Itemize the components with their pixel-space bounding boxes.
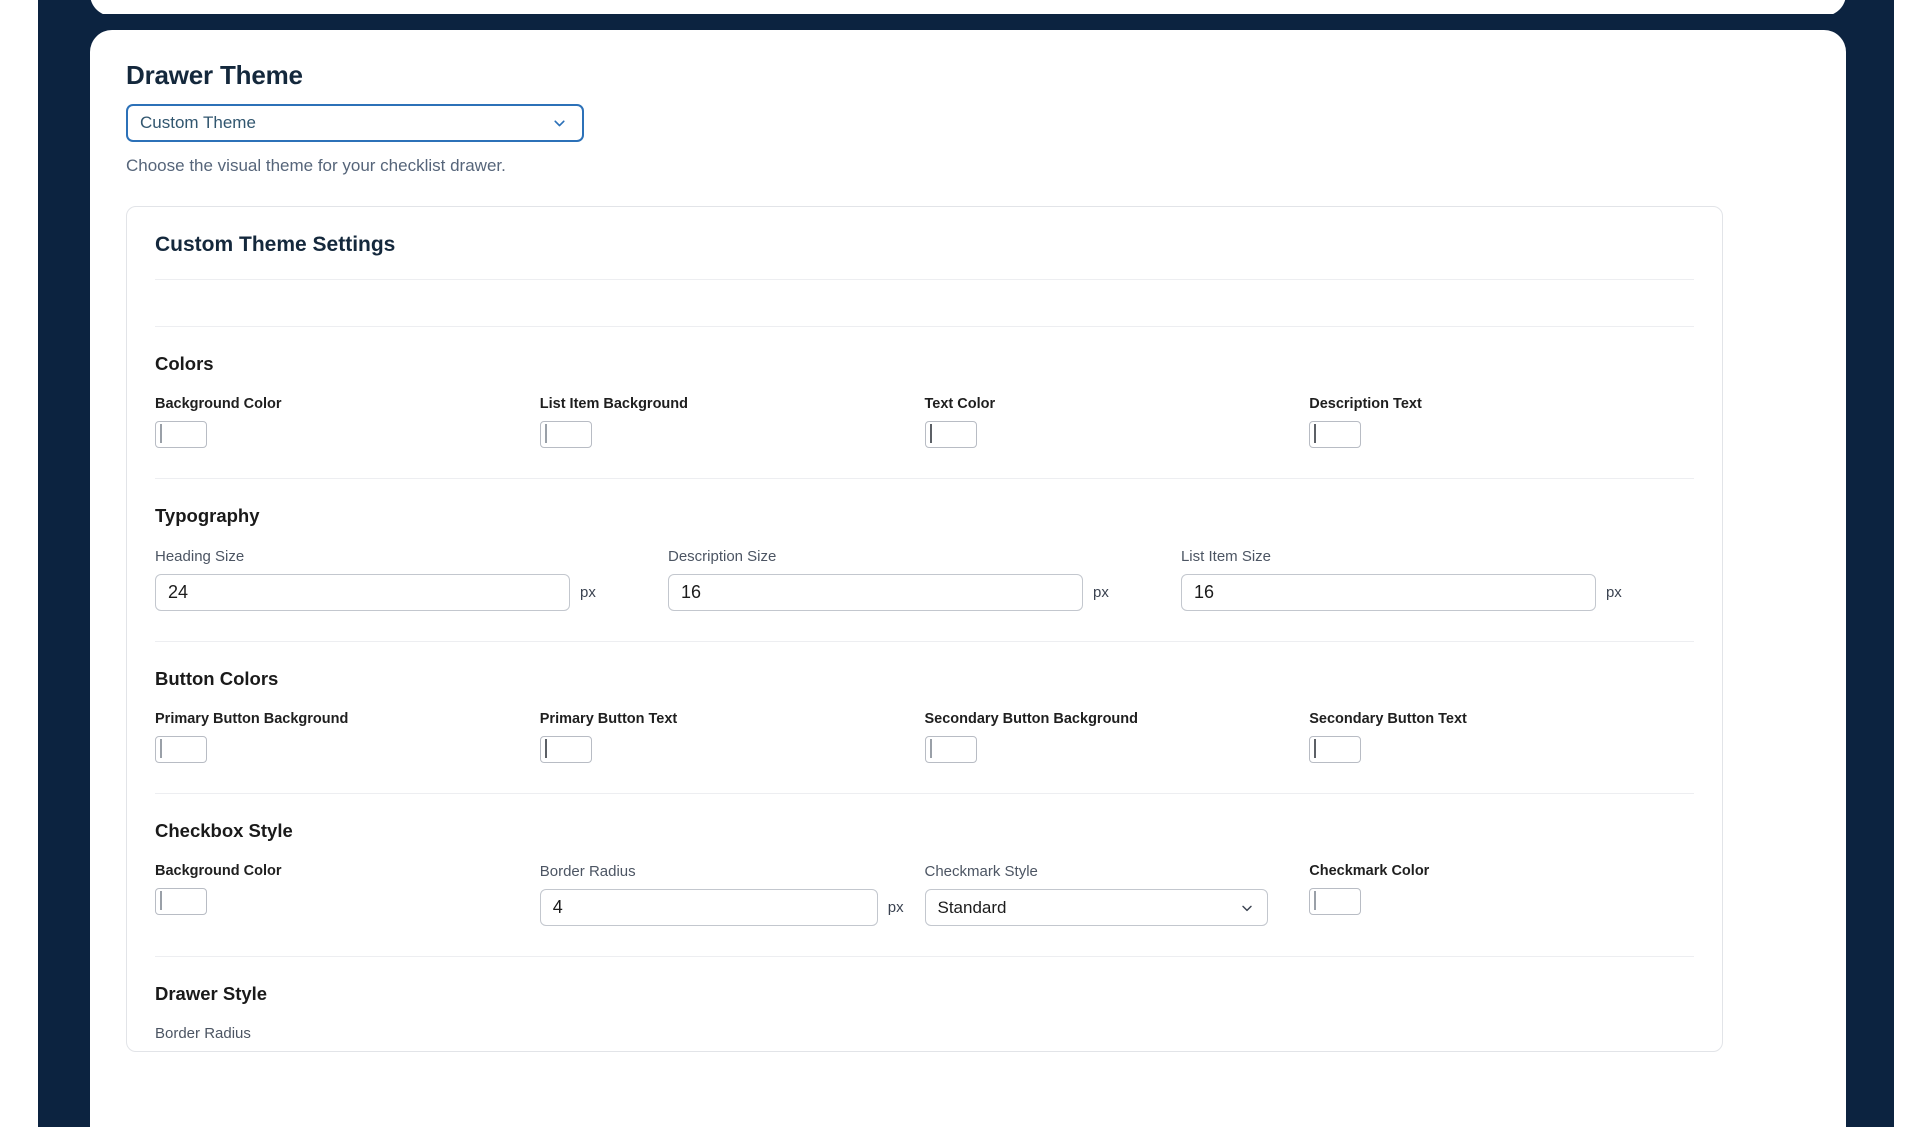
checkmark-style-value: Standard	[937, 897, 1007, 917]
swatch-fill	[160, 424, 162, 443]
field-label: Description Size	[667, 548, 777, 565]
group-typography-title: Typography	[155, 505, 260, 526]
field-list-item-size: List Item Size 16 px	[1180, 548, 1694, 611]
field-label: Secondary Button Text	[1309, 711, 1467, 727]
field-label: Checkmark Style	[924, 863, 1038, 880]
color-swatch-background-color[interactable]	[155, 421, 207, 448]
field-primary-button-background: Primary Button Background	[155, 711, 540, 763]
group-typography: Typography Heading Size 24 px Descriptio…	[155, 479, 1694, 641]
group-checkbox-style: Checkbox Style Background Color Border R…	[155, 794, 1694, 956]
swatch-fill	[1314, 891, 1317, 910]
color-swatch-secondary-button-text[interactable]	[1309, 736, 1362, 763]
group-button-colors: Button Colors Primary Button Background …	[155, 642, 1694, 793]
chevron-down-icon	[1239, 900, 1255, 916]
field-checkmark-color: Checkmark Color	[1309, 863, 1694, 926]
field-checkbox-background-color: Background Color	[155, 863, 540, 926]
custom-theme-settings-title: Custom Theme Settings	[155, 233, 396, 256]
drawer-theme-select-value: Custom Theme	[140, 113, 256, 132]
field-label: Primary Button Text	[539, 711, 678, 727]
field-text-color: Text Color	[924, 396, 1310, 448]
field-secondary-button-background: Secondary Button Background	[924, 711, 1310, 763]
swatch-fill	[1314, 739, 1317, 758]
swatch-fill	[1314, 424, 1317, 443]
group-colors: Colors Background Color List Item Backgr…	[155, 327, 1694, 478]
swatch-fill	[160, 891, 162, 910]
unit-label: px	[887, 899, 904, 916]
chrome-seam	[38, 14, 1894, 36]
checkmark-style-select[interactable]: Standard	[924, 889, 1268, 926]
drawer-theme-select[interactable]: Custom Theme	[126, 104, 584, 142]
color-swatch-primary-button-text[interactable]	[539, 736, 592, 763]
field-label: Heading Size	[155, 548, 245, 565]
unit-label: px	[580, 584, 596, 601]
field-description-size: Description Size 16 px	[667, 548, 1181, 611]
swatch-fill	[544, 424, 547, 443]
app-viewport: Drawer Theme Custom Theme Choose the vis…	[0, 0, 1920, 1127]
heading-size-input[interactable]: 24	[155, 574, 570, 611]
field-checkmark-style: Checkmark Style Standard	[924, 863, 1310, 926]
swatch-fill	[544, 739, 547, 758]
custom-theme-settings-card: Custom Theme Settings Colors Background …	[126, 206, 1723, 1052]
unit-label: px	[1605, 584, 1622, 601]
field-label: Description Text	[1309, 396, 1422, 412]
group-checkbox-style-title: Checkbox Style	[155, 820, 293, 841]
field-label: List Item Background	[539, 396, 688, 412]
field-drawer-border-radius: Border Radius	[155, 1025, 540, 1051]
field-background-color: Background Color	[155, 396, 540, 448]
chevron-down-icon	[551, 115, 568, 132]
field-label: List Item Size	[1180, 548, 1271, 565]
group-colors-title: Colors	[155, 353, 214, 374]
field-checkbox-border-radius: Border Radius 4 px	[539, 863, 925, 926]
field-label: Background Color	[155, 863, 282, 879]
swatch-fill	[929, 424, 932, 443]
field-label: Text Color	[924, 396, 996, 412]
color-swatch-primary-button-background[interactable]	[155, 736, 207, 763]
color-swatch-list-item-background[interactable]	[539, 421, 592, 448]
field-heading-size: Heading Size 24 px	[155, 548, 668, 611]
field-secondary-button-text: Secondary Button Text	[1309, 711, 1694, 763]
color-swatch-checkmark-color[interactable]	[1309, 888, 1362, 915]
field-label: Secondary Button Background	[924, 711, 1139, 727]
list-item-size-input[interactable]: 16	[1180, 574, 1596, 611]
field-label: Checkmark Color	[1309, 863, 1430, 879]
swatch-fill	[929, 739, 932, 758]
card-spacer	[155, 280, 1694, 326]
field-primary-button-text: Primary Button Text	[539, 711, 925, 763]
color-swatch-secondary-button-background[interactable]	[924, 736, 977, 763]
color-swatch-description-text[interactable]	[1309, 421, 1362, 448]
field-label: Border Radius	[539, 863, 636, 880]
checkbox-border-radius-input[interactable]: 4	[539, 889, 878, 926]
color-swatch-text-color[interactable]	[924, 421, 977, 448]
field-list-item-background: List Item Background	[539, 396, 925, 448]
field-label: Primary Button Background	[155, 711, 349, 727]
field-description-text: Description Text	[1309, 396, 1694, 448]
group-drawer-style-title: Drawer Style	[155, 983, 268, 1004]
swatch-fill	[160, 739, 162, 758]
color-swatch-checkbox-background-color[interactable]	[155, 888, 207, 915]
field-label: Border Radius	[155, 1025, 251, 1042]
group-drawer-style: Drawer Style Border Radius	[155, 957, 1694, 1051]
page-content: Drawer Theme Custom Theme Choose the vis…	[90, 30, 1846, 1127]
description-size-input[interactable]: 16	[667, 574, 1083, 611]
page-title: Drawer Theme	[126, 60, 303, 90]
drawer-theme-helper-text: Choose the visual theme for your checkli…	[126, 156, 506, 175]
group-button-colors-title: Button Colors	[155, 668, 279, 689]
unit-label: px	[1092, 584, 1109, 601]
field-label: Background Color	[155, 396, 282, 412]
